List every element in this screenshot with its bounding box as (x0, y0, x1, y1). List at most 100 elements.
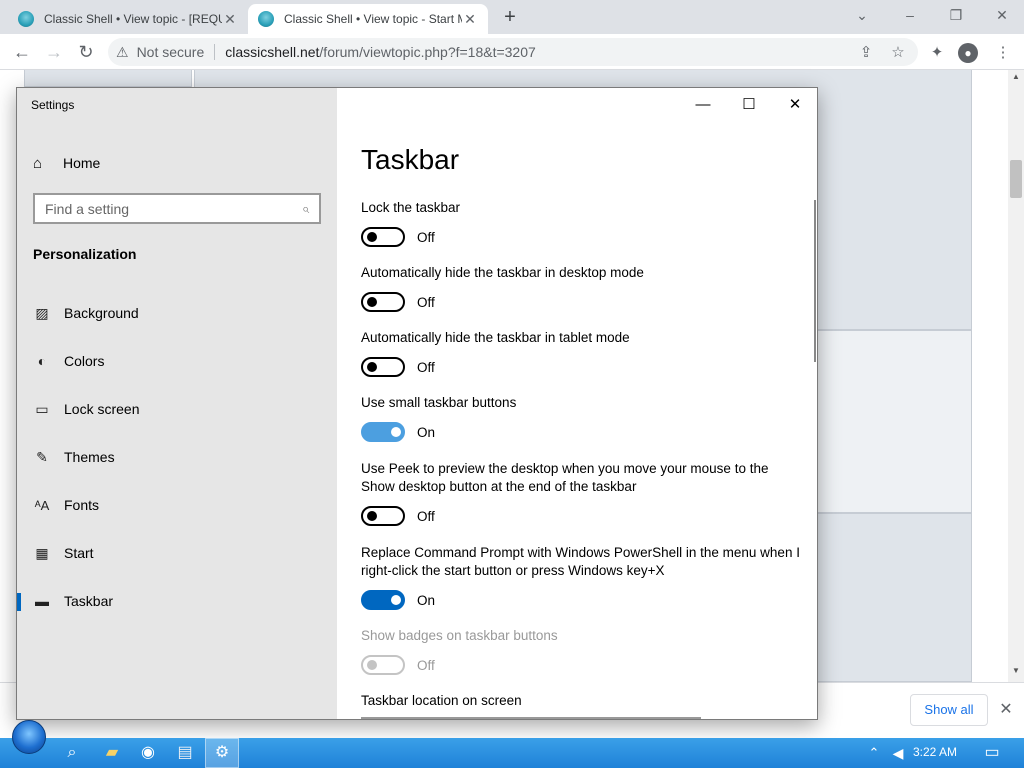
sidebar-item-start[interactable]: ▦ Start (17, 533, 337, 573)
start-grid-icon: ▦ (35, 544, 49, 561)
toggle-knob (367, 297, 377, 307)
page-scrollbar[interactable]: ▲ ▼ (1008, 70, 1024, 682)
browser-tab-strip: Classic Shell • View topic - [REQUEST] ✕… (0, 0, 1024, 34)
reload-icon[interactable]: ↻ (74, 40, 98, 64)
option-label: Automatically hide the taskbar in tablet… (361, 330, 630, 345)
not-secure-label[interactable]: Not secure (137, 44, 205, 60)
start-button[interactable] (12, 720, 46, 754)
profile-icon[interactable]: ● (958, 43, 978, 63)
sidebar-item-label: Themes (64, 449, 115, 465)
search-placeholder: Find a setting (45, 201, 130, 217)
browser-tab-active[interactable]: Classic Shell • View topic - Start Menu … (248, 4, 488, 34)
share-icon[interactable]: ⇪ (855, 42, 877, 64)
browser-toolbar: ← → ↻ ⚠ Not secure classicshell.net /for… (0, 34, 1024, 70)
badges-toggle[interactable] (361, 655, 405, 675)
scroll-up-icon[interactable]: ▲ (1012, 72, 1020, 81)
classic-shell-favicon (258, 11, 274, 27)
close-tab-icon[interactable]: ✕ (462, 11, 478, 28)
sidebar-item-taskbar[interactable]: ▬ Taskbar (17, 581, 337, 621)
forward-arrow-icon[interactable]: → (42, 40, 66, 64)
home-nav-item[interactable]: ⌂ Home (33, 148, 323, 178)
show-all-button[interactable]: Show all (910, 694, 988, 726)
toggle-knob (391, 595, 401, 605)
url-path: /forum/viewtopic.php?f=18&t=3207 (319, 44, 536, 60)
scroll-down-icon[interactable]: ▼ (1012, 666, 1020, 675)
clock[interactable]: 3:22 AM (913, 745, 957, 759)
powershell-toggle[interactable] (361, 590, 405, 610)
settings-window: Settings ⌂ Home Find a setting ⌕ Persona… (16, 87, 818, 720)
peek-toggle[interactable] (361, 506, 405, 526)
toggle-knob (367, 660, 377, 670)
close-window-icon[interactable]: ✕ (982, 4, 1022, 28)
themes-brush-icon: ✎ (36, 448, 48, 465)
new-tab-button[interactable]: + (498, 6, 522, 30)
sidebar-item-label: Fonts (64, 497, 100, 513)
chrome-icon[interactable]: ◉ (136, 741, 160, 765)
option-label: Show badges on taskbar buttons (361, 628, 558, 643)
sidebar-item-lock-screen[interactable]: ▭ Lock screen (17, 389, 337, 429)
toggle-knob (391, 427, 401, 437)
search-icon: ⌕ (301, 201, 309, 216)
toggle-state: Off (417, 295, 435, 310)
tab-search-icon[interactable]: ⌄ (842, 4, 882, 28)
scrollbar-thumb[interactable] (1010, 160, 1022, 198)
close-icon[interactable]: ✕ (772, 94, 817, 116)
address-bar[interactable]: ⚠ Not secure classicshell.net /forum/vie… (108, 38, 918, 66)
toggle-state: Off (417, 509, 435, 524)
settings-gear-icon[interactable]: ⚙ (210, 741, 234, 765)
lock-taskbar-toggle[interactable] (361, 227, 405, 247)
palette-icon: ◐ (37, 353, 47, 369)
sidebar-item-label: Colors (64, 353, 105, 369)
chevron-up-icon[interactable]: ⌃ (862, 741, 886, 765)
toggle-state: Off (417, 230, 435, 245)
toggle-state: On (417, 425, 436, 440)
close-tab-icon[interactable]: ✕ (222, 11, 238, 28)
puzzle-icon[interactable]: ✦ (926, 42, 948, 64)
taskbar-icon: ▬ (35, 593, 49, 609)
warning-icon[interactable]: ⚠ (116, 44, 129, 61)
minimize-icon[interactable]: — (680, 94, 726, 116)
tab-title: Classic Shell • View topic - Start Menu (284, 12, 462, 26)
autohide-tablet-toggle[interactable] (361, 357, 405, 377)
search-icon[interactable]: ⌕ (60, 741, 84, 765)
action-center-icon[interactable]: ▭ (980, 741, 1004, 765)
browser-tab[interactable]: Classic Shell • View topic - [REQUEST] ✕ (8, 4, 248, 34)
notepad-icon[interactable]: ▤ (173, 741, 197, 765)
kebab-menu-icon[interactable]: ⋮ (992, 42, 1014, 64)
sidebar-item-background[interactable]: ▨ Background (17, 293, 337, 333)
home-icon: ⌂ (33, 154, 43, 172)
classic-shell-favicon (18, 11, 34, 27)
restore-icon[interactable]: ❐ (936, 4, 976, 28)
close-icon[interactable]: ✕ (996, 699, 1016, 719)
sidebar-item-fonts[interactable]: ᴬA Fonts (17, 485, 337, 525)
toggle-knob (367, 232, 377, 242)
minimize-icon[interactable]: – (890, 4, 930, 28)
settings-search-input[interactable]: Find a setting ⌕ (33, 193, 321, 224)
page-title: Taskbar (361, 144, 460, 175)
autohide-desktop-toggle[interactable] (361, 292, 405, 312)
option-label: Use small taskbar buttons (361, 395, 517, 410)
file-explorer-icon[interactable]: ▰ (100, 741, 124, 765)
sidebar-item-label: Start (64, 545, 94, 561)
maximize-icon[interactable]: ☐ (726, 94, 772, 116)
option-label: Replace Command Prompt with Windows Powe… (361, 545, 800, 578)
back-arrow-icon[interactable]: ← (10, 40, 34, 64)
taskbar-location-dropdown[interactable] (361, 717, 701, 719)
page-panel (24, 70, 192, 87)
toggle-knob (367, 362, 377, 372)
small-buttons-toggle[interactable] (361, 422, 405, 442)
sidebar-item-themes[interactable]: ✎ Themes (17, 437, 337, 477)
window-title: Settings (31, 98, 75, 112)
option-label: Automatically hide the taskbar in deskto… (361, 265, 644, 280)
url-host: classicshell.net (225, 44, 320, 60)
star-icon[interactable]: ☆ (887, 42, 909, 64)
sidebar-item-colors[interactable]: ◐ Colors (17, 341, 337, 381)
content-scrollbar[interactable] (814, 200, 816, 362)
sidebar-item-label: Taskbar (64, 593, 114, 609)
option-label: Use Peek to preview the desktop when you… (361, 461, 769, 494)
volume-muted-icon[interactable]: ◀ (886, 741, 910, 765)
settings-sidebar: Settings ⌂ Home Find a setting ⌕ Persona… (17, 88, 337, 719)
option-label: Lock the taskbar (361, 200, 461, 215)
sidebar-item-label: Background (64, 305, 139, 321)
sidebar-item-label: Lock screen (64, 401, 140, 417)
